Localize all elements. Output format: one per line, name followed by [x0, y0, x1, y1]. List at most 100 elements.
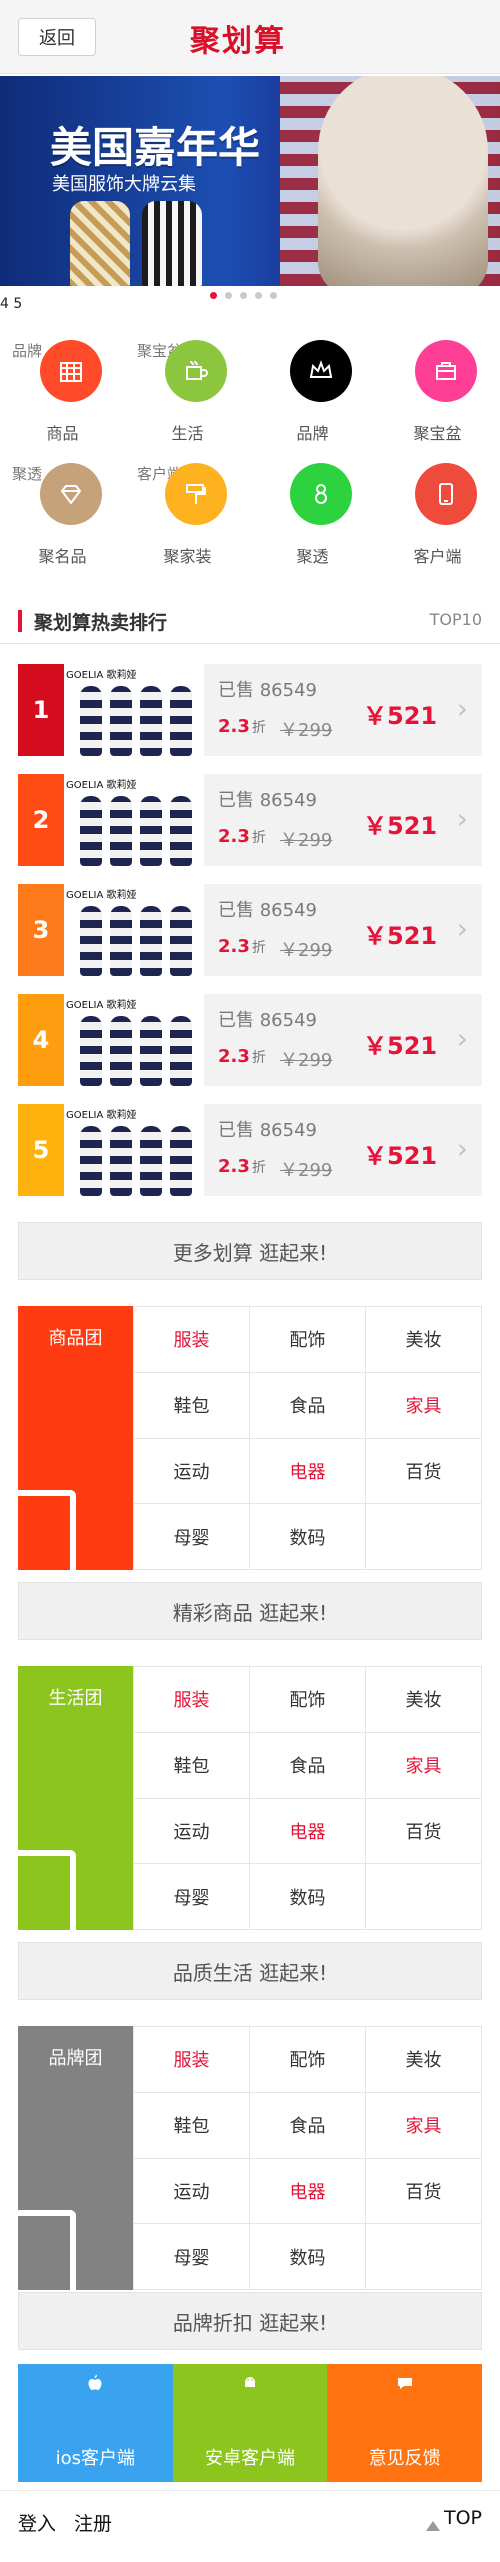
subcategory-cell[interactable]: 电器: [250, 1438, 366, 1505]
discount: 2.3 折: [218, 936, 266, 957]
login-link[interactable]: 登入: [18, 2509, 56, 2536]
model-figure: [140, 686, 162, 756]
subcategory-cell[interactable]: 服装: [134, 1667, 250, 1733]
subcategory-cell[interactable]: 数码: [250, 1864, 366, 1930]
crown-icon: [290, 340, 352, 402]
ranking-row[interactable]: 1 GOELIA 歌莉娅 已售 86549 2.3 折 ￥299 ￥521 ›: [18, 664, 482, 756]
carousel-dot[interactable]: [240, 292, 247, 299]
subcategory-cell[interactable]: 电器: [250, 2158, 366, 2225]
category-tile[interactable]: 生活团: [18, 1666, 133, 1930]
back-button[interactable]: 返回: [18, 18, 96, 56]
more-deals-button[interactable]: 更多划算 逛起来!: [18, 1222, 482, 1280]
banner-subtitle: 美国服饰大牌云集: [52, 174, 196, 195]
subcategory-cell[interactable]: 数码: [250, 2224, 366, 2290]
arrow-up-icon[interactable]: [426, 2521, 440, 2531]
model-figure: [110, 1016, 132, 1086]
ranking-row[interactable]: 2 GOELIA 歌莉娅 已售 86549 2.3 折 ￥299 ￥521 ›: [18, 774, 482, 866]
more-deals-button[interactable]: 品质生活 逛起来!: [18, 1942, 482, 2000]
subcategory-cell[interactable]: 母婴: [134, 1504, 250, 1570]
subcategory-cell[interactable]: 配饰: [250, 1667, 366, 1733]
category-tile[interactable]: 商品团: [18, 1306, 133, 1570]
carousel-dot[interactable]: [270, 292, 277, 299]
subcategory-cell[interactable]: 食品: [250, 1732, 366, 1799]
rank-number: 5: [18, 1104, 64, 1196]
subcategory-cell[interactable]: 运动: [134, 2158, 250, 2225]
grid-item-jubaopen[interactable]: 聚宝盆: [375, 340, 500, 460]
sale-price: ￥521: [363, 922, 438, 950]
ranking-row[interactable]: 5 GOELIA 歌莉娅 已售 86549 2.3 折 ￥299 ￥521 ›: [18, 1104, 482, 1196]
number-8-icon: [290, 463, 352, 525]
rank-number: 2: [18, 774, 64, 866]
subcategory-cell[interactable]: 服装: [134, 2027, 250, 2093]
grid-item-mingpin[interactable]: 聚透 聚名品: [0, 463, 125, 583]
grid-item-life[interactable]: 聚宝盆 生活: [125, 340, 250, 460]
app-header: 返回 聚划算: [0, 0, 500, 74]
subcategory-cell[interactable]: 食品: [250, 1372, 366, 1439]
carousel-dot[interactable]: [210, 292, 217, 299]
ios-client-button[interactable]: ios客户端: [18, 2364, 173, 2482]
model-figure: [110, 686, 132, 756]
grid-item-brand[interactable]: 品牌: [250, 340, 375, 460]
subcategory-cell[interactable]: 母婴: [134, 1864, 250, 1930]
grid-label: 商品: [46, 424, 79, 443]
subcategory-cell[interactable]: 百货: [366, 1798, 482, 1865]
ranking-row[interactable]: 4 GOELIA 歌莉娅 已售 86549 2.3 折 ￥299 ￥521 ›: [18, 994, 482, 1086]
subcategory-cell[interactable]: 家具: [366, 1732, 482, 1799]
promo-banner[interactable]: 美国嘉年华 美国服饰大牌云集: [0, 76, 500, 286]
grid-item-goods[interactable]: 品牌 商品: [0, 340, 125, 460]
rank-number: 4: [18, 994, 64, 1086]
brand-discount-button[interactable]: 品牌折扣 逛起来!: [18, 2292, 482, 2350]
model-figure: [80, 1126, 102, 1196]
subcategory-cell[interactable]: 美妆: [366, 1307, 482, 1373]
android-client-button[interactable]: 安卓客户端: [172, 2364, 328, 2482]
original-price: ￥299: [280, 940, 333, 961]
subcategory-cell[interactable]: 百货: [366, 2158, 482, 2225]
grid-label: 品牌: [296, 424, 329, 443]
model-figure: [170, 906, 192, 976]
dress-icon: [142, 201, 202, 286]
product-image: GOELIA 歌莉娅: [64, 994, 204, 1086]
subcategory-cell[interactable]: 运动: [134, 1438, 250, 1505]
model-figure: [110, 1126, 132, 1196]
register-link[interactable]: 注册: [74, 2509, 112, 2536]
original-price: ￥299: [280, 830, 333, 851]
ranking-row[interactable]: 3 GOELIA 歌莉娅 已售 86549 2.3 折 ￥299 ￥521 ›: [18, 884, 482, 976]
subcategory-cell[interactable]: 运动: [134, 1798, 250, 1865]
model-figure: [110, 796, 132, 866]
banner-clothes: [70, 201, 215, 286]
subcategory-cell[interactable]: 鞋包: [134, 2092, 250, 2159]
discount-value: 2.3: [218, 826, 250, 847]
top10-link[interactable]: TOP10: [430, 610, 482, 629]
carousel-dot[interactable]: [255, 292, 262, 299]
subcategory-cell[interactable]: 家具: [366, 2092, 482, 2159]
subcategory-cell[interactable]: 美妆: [366, 1667, 482, 1733]
subcategory-cell[interactable]: 百货: [366, 1438, 482, 1505]
subcategory-cell[interactable]: 母婴: [134, 2224, 250, 2290]
subcategory-cell[interactable]: 配饰: [250, 1307, 366, 1373]
discount-unit: 折: [251, 720, 266, 736]
subcategory-cell[interactable]: 鞋包: [134, 1372, 250, 1439]
product-image: GOELIA 歌莉娅: [64, 1104, 204, 1196]
subcategory-cell[interactable]: 电器: [250, 1798, 366, 1865]
more-deals-button[interactable]: 精彩商品 逛起来!: [18, 1582, 482, 1640]
back-to-top-link[interactable]: TOP: [444, 2507, 482, 2529]
category-tile[interactable]: 品牌团: [18, 2026, 133, 2290]
grid-item-jutou[interactable]: 聚透: [250, 463, 375, 583]
subcategory-cell[interactable]: 美妆: [366, 2027, 482, 2093]
bottom-bar: 登入 注册 TOP: [0, 2490, 500, 2560]
subcategory-cell[interactable]: 家具: [366, 1372, 482, 1439]
discount-value: 2.3: [218, 1046, 250, 1067]
grid-item-client[interactable]: 客户端: [375, 463, 500, 583]
grid-label: 聚家装: [163, 547, 212, 566]
subcategory-cell[interactable]: 鞋包: [134, 1732, 250, 1799]
carousel-dot[interactable]: [225, 292, 232, 299]
grid-item-jiazhuang[interactable]: 客户端 聚家装: [125, 463, 250, 583]
feedback-button[interactable]: 意见反馈: [327, 2364, 483, 2482]
subcategory-cell[interactable]: 服装: [134, 1307, 250, 1373]
subcategory-cell[interactable]: 食品: [250, 2092, 366, 2159]
puzzle-outline-icon: [18, 2210, 76, 2290]
subcategory-cell[interactable]: 配饰: [250, 2027, 366, 2093]
briefcase-icon: [415, 340, 477, 402]
subcategory-cell[interactable]: 数码: [250, 1504, 366, 1570]
grid-label: 聚透: [296, 547, 329, 566]
